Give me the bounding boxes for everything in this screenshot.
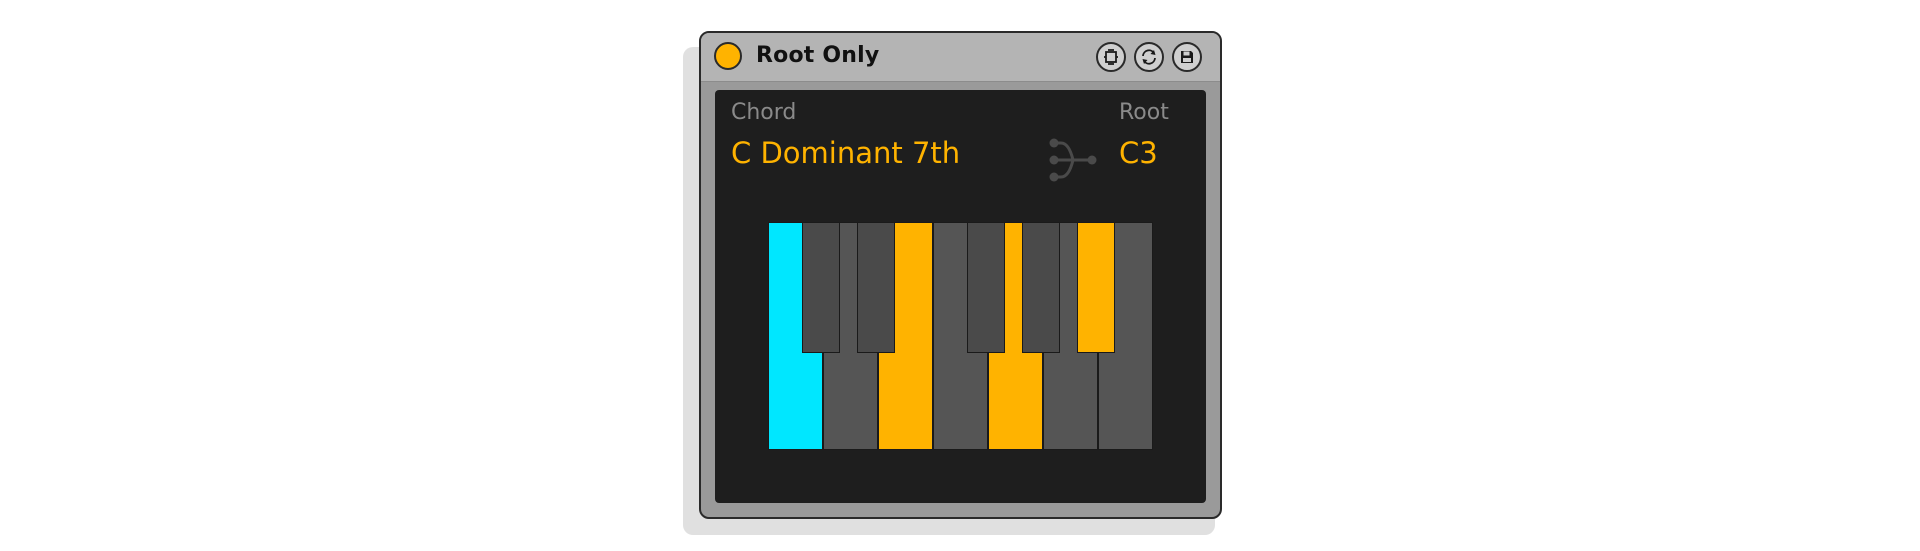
stage: Root Only Chord C Dominant 7th Root C3 <box>0 0 1920 551</box>
root-value[interactable]: C3 <box>1119 136 1158 170</box>
device-panel: Chord C Dominant 7th Root C3 <box>715 90 1206 503</box>
hot-swap-button[interactable] <box>1096 42 1126 72</box>
device-window: Root Only Chord C Dominant 7th Root C3 <box>699 31 1222 519</box>
root-label: Root <box>1119 100 1169 125</box>
black-key-f-sharp[interactable] <box>967 222 1005 353</box>
refresh-button[interactable] <box>1134 42 1164 72</box>
black-key-c-sharp[interactable] <box>802 222 840 353</box>
black-key-g-sharp[interactable] <box>1022 222 1060 353</box>
device-titlebar[interactable]: Root Only <box>701 33 1220 82</box>
chord-label: Chord <box>731 100 797 125</box>
refresh-icon <box>1142 49 1156 65</box>
black-key-d-sharp[interactable] <box>857 222 895 353</box>
hot-swap-icon <box>1104 49 1118 65</box>
piano-keyboard <box>768 222 1153 450</box>
split-output-icon <box>1049 138 1097 182</box>
device-title: Root Only <box>756 43 880 68</box>
save-preset-button[interactable] <box>1172 42 1202 72</box>
save-preset-icon <box>1181 51 1193 63</box>
black-key-a-sharp[interactable] <box>1077 222 1115 353</box>
device-power-toggle[interactable] <box>714 42 742 70</box>
chord-value[interactable]: C Dominant 7th <box>731 136 960 170</box>
